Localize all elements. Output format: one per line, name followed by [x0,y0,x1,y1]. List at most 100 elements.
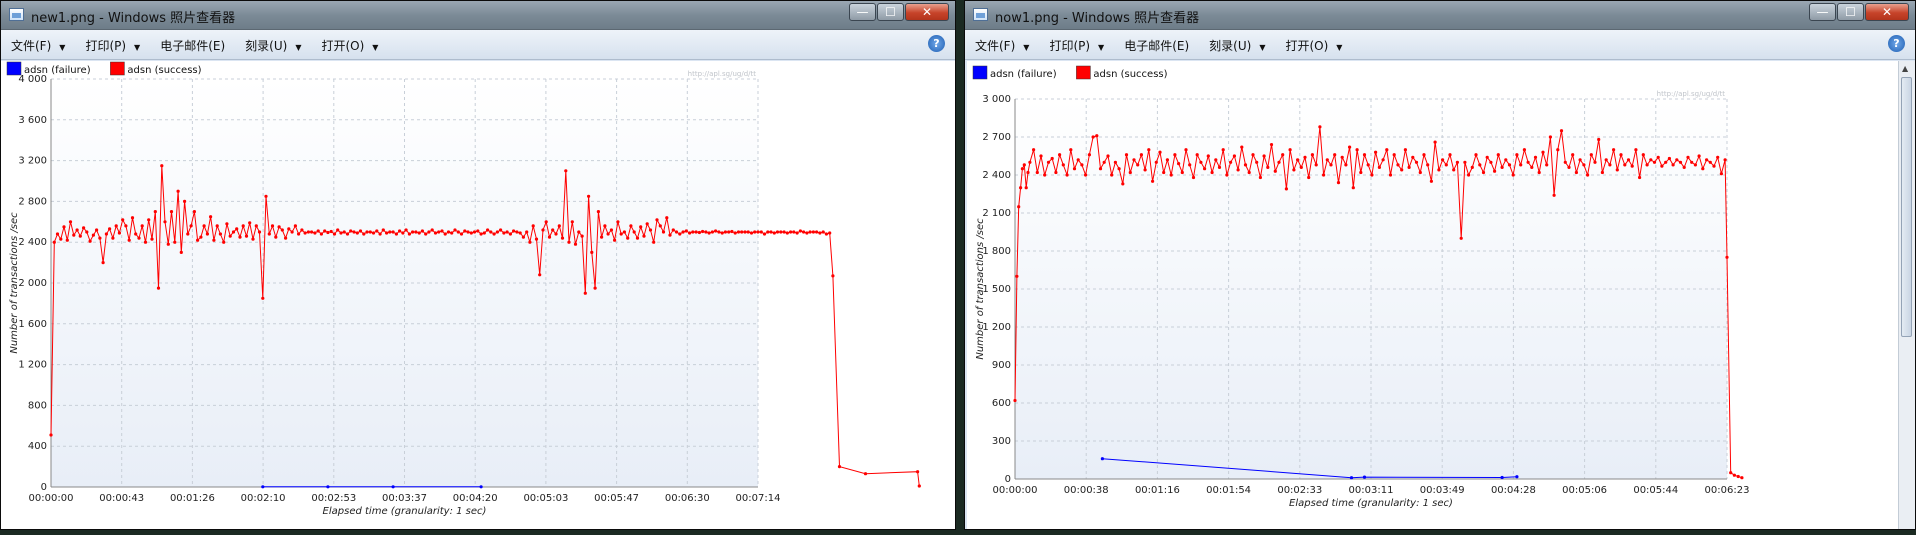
close-button[interactable]: ✕ [1865,3,1909,21]
data-point [280,228,284,232]
data-point [1102,160,1106,164]
data-point [1340,155,1344,159]
data-point [352,230,356,234]
help-icon[interactable]: ? [928,35,945,52]
data-point [114,224,118,228]
scroll-up-arrow-icon[interactable]: ▲ [1902,64,1908,73]
data-point [1065,173,1069,177]
data-point [613,238,617,242]
data-point [1396,163,1400,167]
x-tick-label: 00:04:20 [453,493,498,504]
maximize-button[interactable]: ☐ [1837,3,1864,21]
data-point [98,236,102,240]
data-point [1444,163,1448,167]
data-point [130,216,135,220]
data-point [456,230,460,234]
data-point [1574,170,1578,175]
menu-burn[interactable]: 刻录(U) ▼ [1209,37,1265,54]
menu-open[interactable]: 打开(O) ▼ [1285,37,1342,54]
data-point [704,230,708,234]
data-point [1318,125,1322,129]
data-point [1136,163,1140,167]
legend-label: adsn (failure) [24,65,91,76]
data-point [1043,173,1047,177]
y-tick-label: 2 100 [982,208,1011,219]
menu-file[interactable]: 文件(F) ▼ [975,37,1029,54]
data-point [1552,193,1556,197]
x-tick-label: 00:00:43 [99,493,144,504]
data-point [134,232,138,236]
data-point [1058,153,1062,157]
data-point [1247,170,1251,175]
data-point [1032,148,1036,152]
data-point [694,230,698,234]
data-point [511,229,516,233]
data-point [1121,182,1125,186]
data-point [701,229,705,234]
data-point [1660,164,1664,168]
data-point [270,224,275,228]
data-point [1600,170,1604,175]
data-point [332,232,337,236]
data-point [837,465,842,469]
data-point [459,232,464,236]
data-point [1716,155,1720,159]
close-button[interactable]: ✕ [905,3,949,21]
data-point [183,199,187,203]
data-point [1151,179,1155,183]
data-point [554,232,558,236]
data-point [1504,158,1508,162]
data-point [52,240,56,244]
title-bar[interactable]: new1.png - Windows 照片查看器 — ☐ ✕ [1,1,955,30]
menu-burn[interactable]: 刻录(U) ▼ [245,37,301,54]
data-point [143,240,148,244]
data-point [1511,173,1515,177]
help-icon[interactable]: ? [1888,35,1905,52]
data-point [681,230,685,234]
data-point [795,231,799,235]
data-point [821,230,825,234]
minimize-button[interactable]: — [1809,3,1836,21]
data-point [1039,154,1043,158]
data-point [117,231,121,235]
data-point [319,232,323,236]
maximize-button[interactable]: ☐ [877,3,904,21]
data-point [1336,181,1341,185]
data-point [215,224,219,228]
vertical-scrollbar[interactable]: ▲ [1898,61,1915,529]
menu-email[interactable]: 电子邮件(E) [160,37,225,54]
data-point [1362,475,1367,479]
menu-open[interactable]: 打开(O) ▼ [321,37,378,54]
menu-print[interactable]: 打印(P) ▼ [85,37,140,54]
title-bar[interactable]: now1.png - Windows 照片查看器 — ☐ ✕ [965,1,1915,30]
minimize-button[interactable]: — [849,3,876,21]
chevron-down-icon: ▼ [295,43,302,52]
scroll-thumb[interactable] [1901,77,1912,337]
data-point [166,242,170,246]
data-point [626,236,630,240]
data-point [274,235,278,239]
data-point [1563,160,1567,164]
data-point [433,231,438,235]
x-tick-label: 00:01:54 [1206,485,1251,496]
data-point [212,238,216,242]
menu-email[interactable]: 电子邮件(E) [1124,37,1189,54]
data-point [1638,175,1642,180]
y-tick-label: 1 600 [18,319,47,330]
menu-file[interactable]: 文件(F) ▼ [11,37,65,54]
data-point [267,232,271,236]
chevron-down-icon: ▼ [59,43,66,52]
data-point [202,224,206,228]
menu-bar: 文件(F) ▼ 打印(P) ▼ 电子邮件(E) 刻录(U) ▼ 打开(O) ▼ ? [965,30,1915,60]
data-point [508,232,512,236]
data-point [345,232,350,236]
data-point [1214,158,1218,162]
y-tick-label: 1 200 [982,322,1011,333]
y-tick-label: 1 200 [18,360,47,371]
data-point [639,225,643,229]
menu-print[interactable]: 打印(P) ▼ [1049,37,1104,54]
data-point [1072,167,1077,171]
data-point [1537,170,1541,175]
data-point [1132,158,1136,162]
data-point [1143,168,1147,172]
